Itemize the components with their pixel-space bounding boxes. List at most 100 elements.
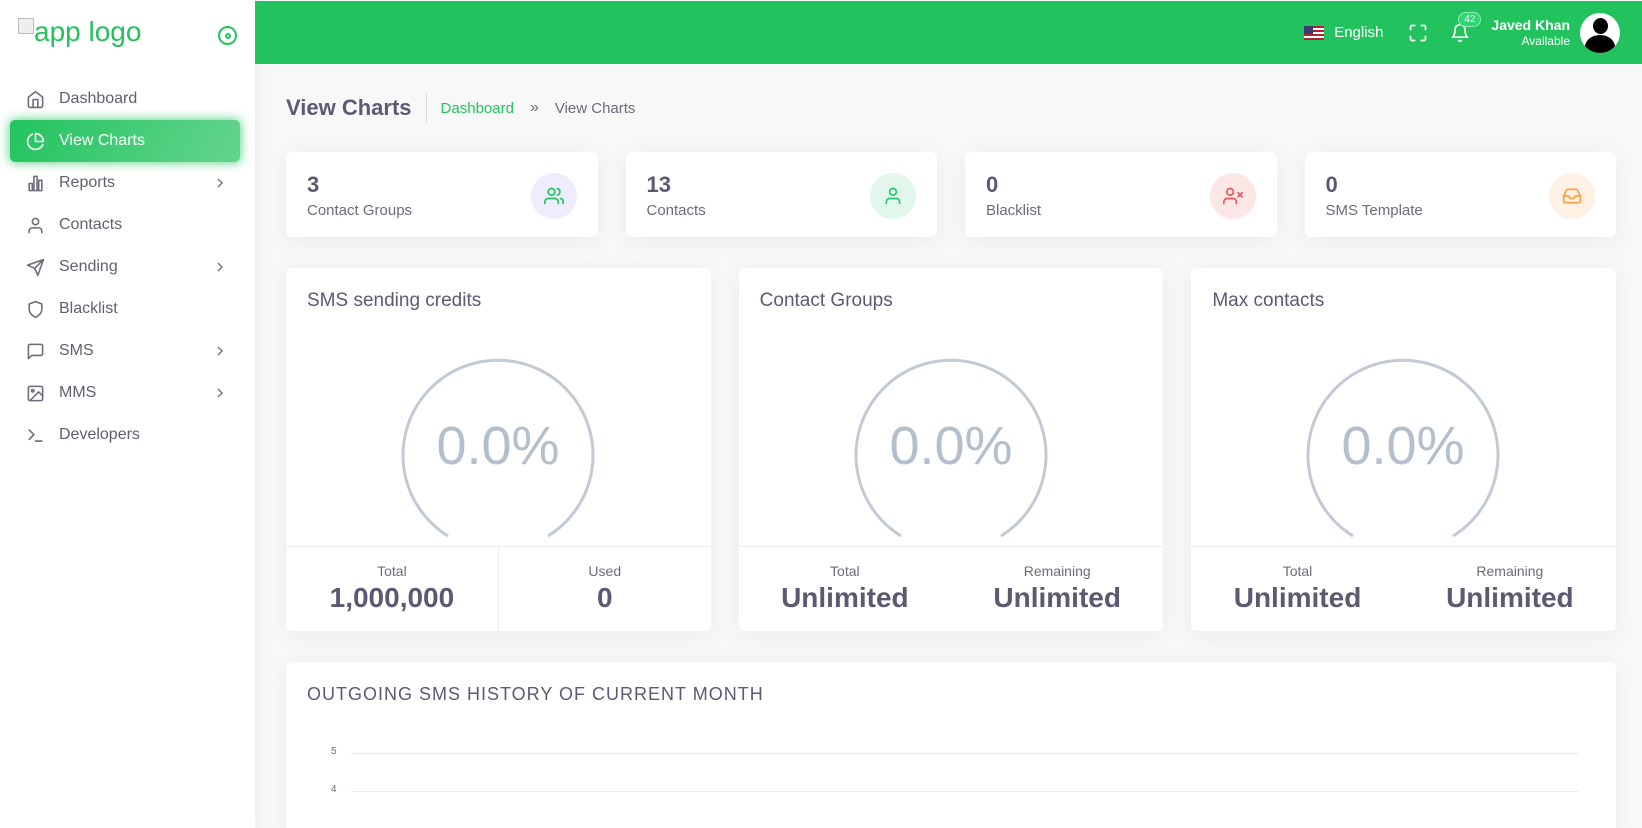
- gauge-used-value: 0: [596, 582, 613, 613]
- history-title: OUTGOING SMS HISTORY OF CURRENT MONTH: [307, 684, 764, 704]
- sidebar-item-label: View Charts: [59, 132, 145, 149]
- gauge-used: Used 0: [497, 547, 711, 631]
- language-label: English: [1334, 24, 1384, 41]
- sidebar-item-developers[interactable]: Developers: [10, 414, 240, 456]
- stat-card-sms-template: 0 SMS Template: [1304, 152, 1616, 237]
- sidebar-item-dashboard[interactable]: Dashboard: [10, 78, 240, 120]
- user-info[interactable]: Javed Khan Available: [1491, 17, 1570, 48]
- send-icon: [25, 257, 45, 277]
- chevron-right-icon: [212, 343, 228, 359]
- brand: app logo: [0, 0, 255, 64]
- user-x-icon: [1209, 173, 1256, 219]
- gauge-remaining-label: Remaining: [1476, 563, 1544, 579]
- us-flag-icon: [1304, 25, 1325, 40]
- stat-card-contacts: 13 Contacts: [625, 152, 937, 237]
- user-status: Available: [1521, 33, 1570, 48]
- gauge-remaining: Remaining Unlimited: [951, 547, 1163, 631]
- sidebar-item-label: Contacts: [59, 216, 123, 233]
- top-navbar: English 42 Javed Khan Available: [255, 1, 1642, 64]
- user-name: Javed Khan: [1491, 16, 1570, 33]
- gauge-total-label: Total: [830, 563, 860, 579]
- sidebar: app logo Dashboard View Charts Reports C…: [0, 0, 255, 828]
- gauge-total-label: Total: [1282, 563, 1313, 579]
- gauge-footer: Total 1,000,000 Used 0: [286, 546, 711, 631]
- gauge-remaining-value: Unlimited: [993, 582, 1121, 613]
- gauge-remaining-label: Remaining: [1023, 563, 1091, 579]
- sidebar-item-label: Sending: [59, 258, 118, 275]
- page-header: View Charts Dashboard » View Charts: [286, 64, 1616, 152]
- stat-card-blacklist: 0 Blacklist: [965, 152, 1277, 237]
- app-logo[interactable]: app logo: [18, 16, 141, 48]
- y-tick-label: 4: [331, 784, 337, 795]
- user-icon: [25, 215, 45, 235]
- gauge-total-value: Unlimited: [1233, 582, 1362, 613]
- main-content: View Charts Dashboard » View Charts 3 Co…: [286, 64, 1617, 828]
- gauge-total: Total 1,000,000: [286, 547, 498, 631]
- gauge-card-contact-groups: Contact Groups 0.0% Total Unlimited Rema…: [738, 268, 1164, 631]
- user-icon: [870, 173, 916, 219]
- sidebar-item-view-charts[interactable]: View Charts: [10, 120, 240, 162]
- sidebar-item-label: Dashboard: [59, 90, 138, 107]
- gauge-total: Total Unlimited: [1191, 547, 1403, 631]
- gauge-footer: Total Unlimited Remaining Unlimited: [738, 546, 1164, 631]
- maximize-icon: [1410, 24, 1427, 41]
- gauge-percent: 0.0%: [1342, 416, 1465, 476]
- gauges-row: SMS sending credits 0.0% Total 1,000,000…: [286, 268, 1617, 631]
- gauge-card-sms-credits: SMS sending credits 0.0% Total 1,000,000…: [286, 268, 711, 631]
- gauge-card-max-contacts: Max contacts 0.0% Total Unlimited Remain…: [1191, 268, 1617, 631]
- gauge-title: Max contacts: [1212, 290, 1325, 311]
- radio-dot-icon: [224, 32, 231, 39]
- gauge-total-label: Total: [377, 563, 407, 579]
- sidebar-item-reports[interactable]: Reports: [10, 162, 240, 204]
- gauge-used-label: Used: [588, 563, 622, 579]
- chevron-right-icon: [212, 175, 228, 191]
- sidebar-item-label: Developers: [59, 426, 140, 443]
- message-square-icon: [25, 341, 45, 361]
- gauge-percent: 0.0%: [889, 416, 1012, 476]
- app-logo-alt: app logo: [34, 16, 142, 47]
- radial-gauge: 0.0%: [401, 358, 595, 538]
- radial-gauge: 0.0%: [1306, 358, 1500, 538]
- sidebar-item-mms[interactable]: MMS: [10, 372, 240, 414]
- gauge-total-value: 1,000,000: [329, 582, 455, 613]
- gauge-total-value: Unlimited: [781, 582, 909, 613]
- radial-gauge: 0.0%: [854, 358, 1048, 538]
- notifications-button[interactable]: 42: [1449, 11, 1482, 44]
- gauge-title: Contact Groups: [759, 290, 893, 311]
- page-title: View Charts: [286, 93, 427, 123]
- users-icon: [530, 173, 577, 219]
- sidebar-item-label: MMS: [59, 384, 97, 401]
- stat-card-contact-groups: 3 Contact Groups: [286, 152, 598, 237]
- sidebar-item-contacts[interactable]: Contacts: [10, 204, 240, 246]
- sidebar-menu: Dashboard View Charts Reports Contacts S…: [0, 64, 255, 456]
- fullscreen-button[interactable]: [1407, 22, 1429, 44]
- avatar-body: [1585, 34, 1615, 53]
- gauge-remaining-value: Unlimited: [1446, 582, 1574, 613]
- gauge-footer: Total Unlimited Remaining Unlimited: [1191, 546, 1617, 631]
- breadcrumb-separator: »: [529, 99, 539, 116]
- stats-row: 3 Contact Groups 13 Contacts 0 Blacklist…: [286, 152, 1616, 237]
- sidebar-item-blacklist[interactable]: Blacklist: [10, 288, 240, 330]
- chevron-right-icon: [212, 259, 228, 275]
- shield-icon: [25, 299, 45, 319]
- avatar-head: [1593, 17, 1608, 34]
- bar-chart-icon: [25, 173, 45, 193]
- image-icon: [25, 383, 45, 403]
- breadcrumb-dashboard-link[interactable]: Dashboard: [441, 100, 514, 117]
- chevron-right-icon: [212, 385, 228, 401]
- language-selector[interactable]: English: [1304, 24, 1383, 41]
- gauge-remaining: Remaining Unlimited: [1404, 547, 1616, 631]
- sidebar-collapse-toggle[interactable]: [218, 26, 237, 45]
- sidebar-item-label: SMS: [59, 342, 94, 359]
- y-tick-label: 5: [331, 746, 337, 757]
- home-icon: [25, 89, 45, 109]
- sidebar-item-label: Blacklist: [59, 300, 118, 317]
- gauge-title: SMS sending credits: [307, 290, 482, 311]
- avatar[interactable]: [1580, 12, 1620, 53]
- sidebar-item-sms[interactable]: SMS: [10, 330, 240, 372]
- gridline: [351, 791, 1578, 792]
- breadcrumb: Dashboard » View Charts: [441, 99, 636, 117]
- sidebar-item-sending[interactable]: Sending: [10, 246, 240, 288]
- gridline: [351, 753, 1578, 754]
- gauge-total: Total Unlimited: [739, 547, 951, 631]
